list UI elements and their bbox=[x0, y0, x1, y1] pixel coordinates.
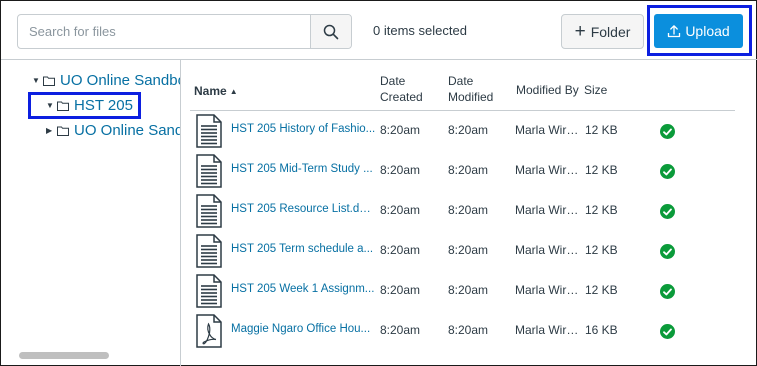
published-check-icon[interactable] bbox=[660, 204, 675, 219]
file-size: 12 KB bbox=[585, 163, 618, 177]
column-header-name-label: Name bbox=[194, 84, 227, 98]
table-row[interactable]: HST 205 Week 1 Assignm... 8:20am 8:20am Mar… bbox=[190, 271, 735, 311]
column-header-label: Date bbox=[448, 74, 474, 88]
file-name-link[interactable]: HST 205 Term schedule a... bbox=[231, 243, 377, 255]
modified-by[interactable]: Marla Wirri... bbox=[515, 323, 582, 337]
column-header-label: Created bbox=[380, 90, 423, 104]
modified-by[interactable]: Marla Wirri... bbox=[515, 123, 582, 137]
file-name-link[interactable]: HST 205 Mid-Term Study ... bbox=[231, 163, 377, 175]
column-header-date-modified[interactable]: Date Modified bbox=[448, 73, 493, 105]
published-check-icon[interactable] bbox=[660, 284, 675, 299]
column-header-size[interactable]: Size bbox=[584, 82, 607, 98]
tree-item-hst-205[interactable]: ▼ HST 205 bbox=[46, 97, 133, 114]
column-header-date-created[interactable]: Date Created bbox=[380, 73, 423, 105]
tree-item-root[interactable]: ▼ UO Online Sandbox bbox=[32, 72, 181, 89]
collapsed-triangle-icon[interactable]: ▶ bbox=[46, 126, 55, 135]
tree-item-label: UO Online Sandbox bbox=[60, 72, 181, 89]
date-modified: 8:20am bbox=[448, 203, 489, 217]
document-icon bbox=[196, 274, 222, 311]
date-created: 8:20am bbox=[380, 323, 421, 337]
search-icon bbox=[323, 24, 339, 39]
table-row[interactable]: Maggie Ngaro Office Hou... 8:20am 8:20am Ma… bbox=[190, 311, 735, 351]
expanded-triangle-icon[interactable]: ▼ bbox=[46, 101, 55, 110]
date-created: 8:20am bbox=[380, 123, 421, 137]
document-icon bbox=[196, 154, 222, 191]
published-check-icon[interactable] bbox=[660, 124, 675, 139]
file-name-link[interactable]: HST 205 Resource List.docx bbox=[231, 203, 377, 215]
file-table-header: Name ▲ Date Created Date Modified Modifie… bbox=[190, 71, 735, 111]
date-created: 8:20am bbox=[380, 283, 421, 297]
table-row[interactable]: HST 205 History of Fashio... 8:20am 8:20am… bbox=[190, 111, 735, 151]
modified-by[interactable]: Marla Wirri... bbox=[515, 163, 582, 177]
date-created: 8:20am bbox=[380, 163, 421, 177]
pdf-icon bbox=[196, 314, 222, 351]
date-modified: 8:20am bbox=[448, 163, 489, 177]
file-name-link[interactable]: HST 205 Week 1 Assignm... bbox=[231, 283, 377, 295]
file-name-link[interactable]: Maggie Ngaro Office Hou... bbox=[231, 323, 377, 335]
search-button[interactable] bbox=[310, 15, 351, 48]
column-header-label: Modified bbox=[448, 90, 494, 104]
file-size: 12 KB bbox=[585, 243, 618, 257]
date-modified: 8:20am bbox=[448, 123, 489, 137]
tree-item-label: HST 205 bbox=[74, 97, 133, 114]
plus-icon: + bbox=[574, 21, 586, 42]
folder-icon bbox=[57, 126, 69, 136]
folder-icon bbox=[57, 101, 69, 111]
search-input[interactable] bbox=[18, 15, 310, 48]
column-header-modified-by[interactable]: Modified By bbox=[516, 82, 579, 98]
file-name-link[interactable]: HST 205 History of Fashio... bbox=[231, 123, 377, 135]
date-modified: 8:20am bbox=[448, 283, 489, 297]
date-created: 8:20am bbox=[380, 203, 421, 217]
document-icon bbox=[196, 234, 222, 271]
column-header-name[interactable]: Name ▲ bbox=[194, 83, 238, 100]
date-modified: 8:20am bbox=[448, 243, 489, 257]
file-size: 12 KB bbox=[585, 123, 618, 137]
modified-by[interactable]: Marla Wirri... bbox=[515, 243, 582, 257]
search-bar bbox=[17, 14, 352, 49]
file-size: 12 KB bbox=[585, 203, 618, 217]
tree-item-label: UO Online Sandbox bbox=[74, 122, 180, 139]
published-check-icon[interactable] bbox=[660, 324, 675, 339]
selected-count: 0 items selected bbox=[373, 23, 467, 38]
folder-tree: ▼ UO Online Sandbox ▼ HST 205 ▶ UO Onlin… bbox=[1, 60, 181, 366]
upload-button[interactable]: Upload bbox=[654, 14, 743, 48]
document-icon bbox=[196, 114, 222, 151]
add-folder-button[interactable]: + Folder bbox=[561, 14, 644, 49]
table-row[interactable]: HST 205 Resource List.docx 8:20am 8:20am Ma… bbox=[190, 191, 735, 231]
date-created: 8:20am bbox=[380, 243, 421, 257]
tree-item-child-sandbox[interactable]: ▶ UO Online Sandbox bbox=[46, 122, 180, 139]
file-size: 16 KB bbox=[585, 323, 618, 337]
column-header-label: Date bbox=[380, 74, 406, 88]
folder-icon bbox=[43, 76, 55, 86]
modified-by[interactable]: Marla Wirri... bbox=[515, 203, 582, 217]
upload-label: Upload bbox=[685, 23, 730, 39]
date-modified: 8:20am bbox=[448, 323, 489, 337]
published-check-icon[interactable] bbox=[660, 164, 675, 179]
files-window: 0 items selected + Folder Upload ▼ UO On… bbox=[0, 0, 757, 366]
published-check-icon[interactable] bbox=[660, 244, 675, 259]
table-row[interactable]: HST 205 Term schedule a... 8:20am 8:20am Ma… bbox=[190, 231, 735, 271]
modified-by[interactable]: Marla Wirri... bbox=[515, 283, 582, 297]
document-icon bbox=[196, 194, 222, 231]
file-size: 12 KB bbox=[585, 283, 618, 297]
add-folder-label: Folder bbox=[590, 23, 631, 40]
upload-icon bbox=[668, 25, 681, 38]
sort-ascending-icon: ▲ bbox=[229, 87, 238, 96]
tree-horizontal-scrollbar[interactable] bbox=[19, 352, 109, 359]
expanded-triangle-icon[interactable]: ▼ bbox=[32, 76, 41, 85]
table-row[interactable]: HST 205 Mid-Term Study ... 8:20am 8:20am Ma… bbox=[190, 151, 735, 191]
